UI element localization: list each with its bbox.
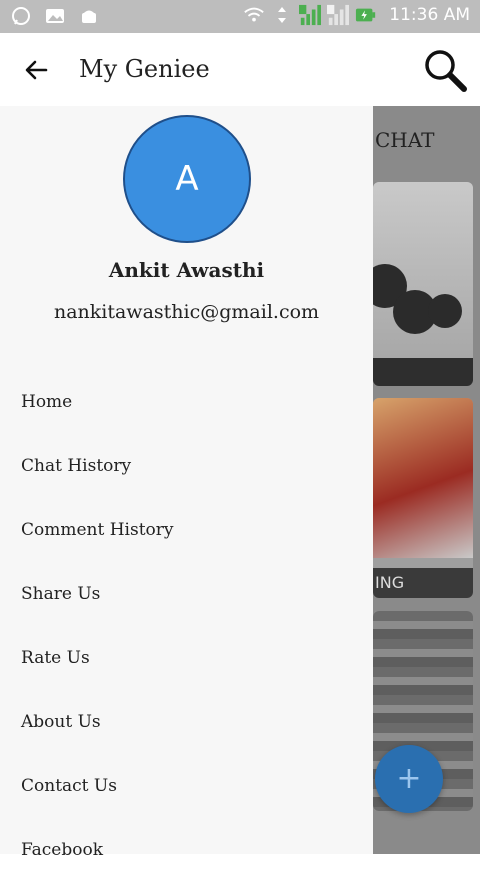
battery-charging-icon: [355, 5, 377, 25]
menu-item-label: Facebook: [21, 840, 104, 860]
card-label: ING: [375, 573, 405, 592]
menu-item-label: About Us: [21, 712, 101, 732]
tab-chat[interactable]: CHAT: [375, 128, 434, 152]
gallery-icon: [44, 6, 66, 26]
card-image: [373, 398, 473, 558]
status-bar: 11:36 AM: [0, 0, 480, 33]
navigation-drawer: A Ankit Awasthi nankitawasthic@gmail.com…: [0, 106, 373, 860]
menu-item-label: Contact Us: [21, 776, 117, 796]
wifi-icon: [243, 5, 265, 25]
menu-item-share-us[interactable]: Share Us: [0, 576, 373, 640]
signal-sim1-icon: [299, 4, 322, 26]
status-right-icons: 11:36 AM: [243, 4, 470, 26]
search-icon: [425, 50, 467, 92]
menu-item-label: Home: [21, 392, 73, 412]
search-button[interactable]: [420, 45, 470, 95]
status-left-icons: [10, 6, 100, 26]
menu-item-label: Rate Us: [21, 648, 90, 668]
plus-icon: +: [396, 761, 422, 796]
menu-item-about-us[interactable]: About Us: [0, 704, 373, 768]
menu-item-facebook[interactable]: Facebook: [0, 832, 373, 896]
menu-item-home[interactable]: Home: [0, 384, 373, 448]
content-card[interactable]: [373, 182, 473, 386]
app-bar: My Geniee: [0, 33, 480, 106]
user-email: nankitawasthic@gmail.com: [53, 301, 320, 323]
signal-sim2-icon: [327, 4, 350, 26]
avatar-initial: A: [175, 159, 199, 199]
whatsapp-icon: [10, 6, 32, 26]
content-card[interactable]: ING: [373, 398, 473, 598]
drawer-menu: Home Chat History Comment History Share …: [0, 384, 373, 896]
menu-item-contact-us[interactable]: Contact Us: [0, 768, 373, 832]
android-icon: [78, 6, 100, 26]
menu-item-label: Chat History: [21, 456, 132, 476]
menu-item-comment-history[interactable]: Comment History: [0, 512, 373, 576]
avatar[interactable]: A: [123, 115, 251, 243]
menu-item-rate-us[interactable]: Rate Us: [0, 640, 373, 704]
user-name: Ankit Awasthi: [108, 258, 265, 282]
menu-item-label: Comment History: [21, 520, 174, 540]
data-arrows-icon: [271, 5, 293, 25]
dimmed-content[interactable]: CHAT ING: [373, 106, 480, 854]
card-caption-strip: [373, 358, 473, 386]
page-title: My Geniee: [79, 55, 210, 83]
arrow-left-icon: [25, 60, 48, 80]
menu-item-label: Share Us: [21, 584, 101, 604]
status-time: 11:36 AM: [389, 5, 470, 25]
back-button[interactable]: [20, 53, 54, 87]
add-fab-button[interactable]: +: [375, 745, 443, 813]
menu-item-chat-history[interactable]: Chat History: [0, 448, 373, 512]
gear-icon: [428, 294, 462, 328]
